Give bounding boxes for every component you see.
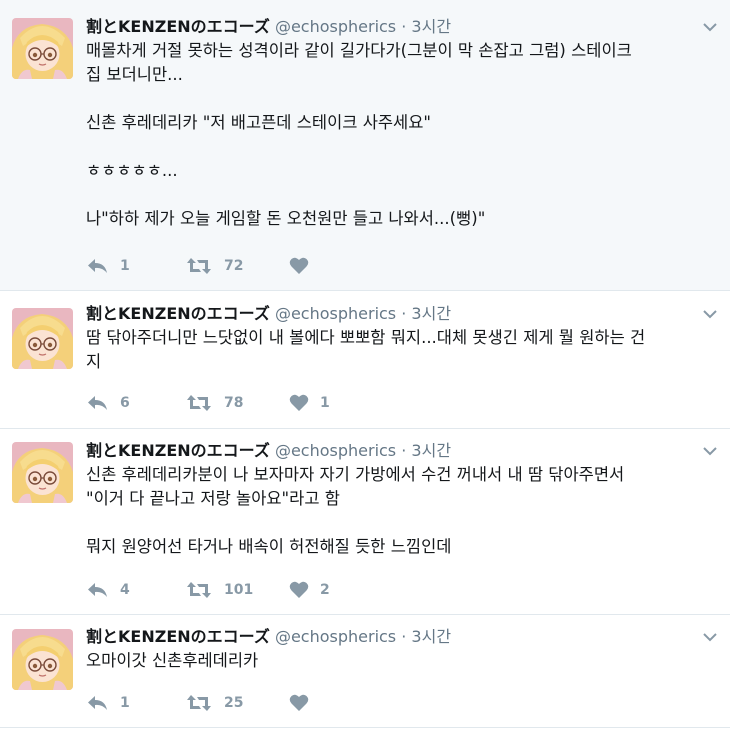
user-handle[interactable]: @echospherics	[275, 441, 396, 460]
reply-icon	[88, 396, 107, 410]
tweet[interactable]: 割とKENZENのエコーズ @echospherics · 3시간 땀 닦아주더…	[0, 291, 730, 429]
separator: ·	[401, 304, 407, 323]
reply-count: 4	[120, 582, 130, 598]
separator: ·	[401, 17, 407, 36]
retweet-icon	[187, 395, 211, 411]
user-handle[interactable]: @echospherics	[275, 304, 396, 323]
reply-count: 6	[120, 395, 130, 411]
display-name[interactable]: 割とKENZENのエコーズ	[86, 17, 270, 36]
chevron-down-icon[interactable]	[702, 629, 718, 645]
tweet-text: 매몰차게 거절 못하는 성격이라 같이 길가다가(그분이 막 손잡고 그럼) 스…	[86, 41, 632, 228]
heart-icon	[289, 257, 309, 274]
tweet-header: 割とKENZENのエコーズ @echospherics · 3시간	[86, 626, 690, 648]
separator: ·	[401, 627, 407, 646]
tweet-text: 땀 닦아주더니만 느닷없이 내 볼에다 뽀뽀함 뭐지...대체 못생긴 제게 뭘…	[86, 328, 646, 371]
retweet-icon	[187, 582, 211, 598]
heart-icon	[289, 581, 309, 598]
tweet-header: 割とKENZENのエコーズ @echospherics · 3시간	[86, 16, 690, 38]
reply-icon	[88, 696, 107, 710]
separator: ·	[401, 441, 407, 460]
user-handle[interactable]: @echospherics	[275, 627, 396, 646]
retweet-count: 101	[224, 582, 254, 598]
tweet-header: 割とKENZENのエコーズ @echospherics · 3시간	[86, 303, 690, 325]
retweet-count: 72	[224, 258, 244, 274]
avatar[interactable]	[12, 18, 73, 79]
retweet-icon	[187, 695, 211, 711]
timestamp[interactable]: 3시간	[411, 304, 451, 323]
retweet-icon	[187, 258, 211, 274]
heart-icon	[289, 694, 309, 711]
timestamp[interactable]: 3시간	[411, 17, 451, 36]
reply-count: 1	[120, 258, 130, 274]
display-name[interactable]: 割とKENZENのエコーズ	[86, 441, 270, 460]
like-count: 1	[320, 395, 330, 411]
user-handle[interactable]: @echospherics	[275, 17, 396, 36]
reply-icon	[88, 259, 107, 273]
display-name[interactable]: 割とKENZENのエコーズ	[86, 304, 270, 323]
tweet[interactable]: 割とKENZENのエコーズ @echospherics · 3시간 매몰차게 거…	[0, 0, 730, 291]
avatar[interactable]	[12, 442, 73, 503]
tweet-header: 割とKENZENのエコーズ @echospherics · 3시간	[86, 440, 690, 462]
retweet-count: 25	[224, 695, 244, 711]
tweet[interactable]: 割とKENZENのエコーズ @echospherics · 3시간 오마이갓 신…	[0, 615, 730, 728]
display-name[interactable]: 割とKENZENのエコーズ	[86, 627, 270, 646]
heart-icon	[289, 394, 309, 411]
timestamp[interactable]: 3시간	[411, 627, 451, 646]
retweet-count: 78	[224, 395, 244, 411]
timestamp[interactable]: 3시간	[411, 441, 451, 460]
reply-count: 1	[120, 695, 130, 711]
tweet-text: 신촌 후레데리카분이 나 보자마자 자기 가방에서 수건 꺼내서 내 땀 닦아주…	[86, 465, 625, 556]
tweet-text: 오마이갓 신촌후레데리카	[86, 651, 259, 670]
like-count: 2	[320, 582, 330, 598]
chevron-down-icon[interactable]	[702, 443, 718, 459]
avatar[interactable]	[12, 629, 73, 690]
chevron-down-icon[interactable]	[702, 306, 718, 322]
avatar[interactable]	[12, 308, 73, 369]
tweet[interactable]: 割とKENZENのエコーズ @echospherics · 3시간 신촌 후레데…	[0, 429, 730, 615]
reply-icon	[88, 583, 107, 597]
chevron-down-icon[interactable]	[702, 19, 718, 35]
